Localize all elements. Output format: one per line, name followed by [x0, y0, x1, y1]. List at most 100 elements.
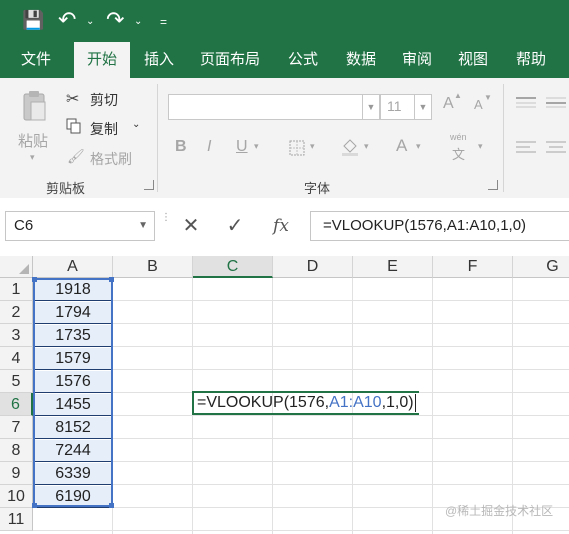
cut-icon[interactable]: ✂: [66, 89, 79, 109]
gridline: [33, 530, 569, 531]
column-header-c[interactable]: C: [193, 256, 273, 278]
format-painter-button[interactable]: 格式刷: [90, 149, 132, 169]
row-header[interactable]: 4: [0, 347, 33, 370]
formula-range-reference: A1:A10: [329, 394, 382, 411]
phonetic-dropdown-icon[interactable]: ▾: [478, 141, 483, 152]
row-header[interactable]: 10: [0, 485, 33, 508]
borders-icon[interactable]: [289, 140, 305, 161]
gridline: [33, 369, 569, 370]
range-handle[interactable]: [109, 503, 114, 508]
gridline: [33, 346, 569, 347]
format-painter-icon[interactable]: 🖌: [67, 148, 85, 165]
phonetic-pinyin[interactable]: wén: [450, 132, 467, 142]
clipboard-group-label: 剪贴板: [46, 181, 86, 196]
watermark: @稀土掘金技术社区: [445, 504, 554, 518]
select-all-triangle-icon: [19, 264, 29, 274]
cut-button[interactable]: 剪切: [90, 90, 118, 110]
font-color-icon[interactable]: A: [396, 136, 407, 156]
paste-dropdown-icon[interactable]: ▾: [30, 152, 35, 163]
borders-dropdown-icon[interactable]: ▾: [310, 141, 315, 152]
paste-button[interactable]: 粘贴: [18, 130, 48, 151]
formula-suffix: ,1,0): [381, 394, 414, 411]
column-header-a[interactable]: A: [33, 256, 113, 278]
grow-font-icon[interactable]: A: [443, 95, 454, 113]
copy-icon[interactable]: [66, 118, 81, 134]
fill-color-icon[interactable]: [340, 138, 360, 161]
undo-dropdown-icon[interactable]: ⌄: [86, 10, 94, 34]
font-launcher-icon[interactable]: [488, 180, 498, 190]
gridline: [33, 323, 569, 324]
select-all-button[interactable]: [0, 256, 33, 278]
font-name-dropdown-icon[interactable]: ▼: [362, 95, 379, 119]
enter-icon[interactable]: ✓: [220, 211, 250, 241]
font-size-combo[interactable]: 11 ▼: [380, 94, 432, 120]
shrink-font-icon[interactable]: A: [474, 97, 483, 112]
paste-icon[interactable]: [22, 90, 48, 124]
gridline: [33, 438, 569, 439]
title-bar: 💾 ↶ ⌄ ↷ ⌄ =: [0, 0, 569, 42]
copy-dropdown-icon[interactable]: ⌄: [132, 119, 140, 130]
row-header[interactable]: 1: [0, 278, 33, 301]
range-handle[interactable]: [32, 503, 37, 508]
align-top-icon[interactable]: [516, 96, 536, 115]
row-header[interactable]: 8: [0, 439, 33, 462]
tab-view[interactable]: 视图: [446, 42, 500, 78]
insert-function-icon[interactable]: fx: [266, 211, 296, 241]
row-header[interactable]: 2: [0, 301, 33, 324]
column-header-b[interactable]: B: [113, 256, 193, 278]
cell-edit-text[interactable]: =VLOOKUP(1576,A1:A10,1,0): [197, 392, 416, 416]
tab-insert[interactable]: 插入: [132, 42, 186, 78]
row-header[interactable]: 7: [0, 416, 33, 439]
fill-color-dropdown-icon[interactable]: ▾: [364, 141, 369, 152]
gridline: [33, 300, 569, 301]
column-header-g[interactable]: G: [513, 256, 569, 278]
tab-review[interactable]: 审阅: [390, 42, 444, 78]
undo-icon[interactable]: ↶: [58, 8, 76, 32]
column-header-d[interactable]: D: [273, 256, 353, 278]
name-box-value: C6: [14, 217, 34, 234]
customize-toolbar-icon[interactable]: =: [160, 10, 167, 34]
range-handle[interactable]: [32, 277, 37, 282]
text-cursor: [414, 393, 416, 412]
column-header-f[interactable]: F: [433, 256, 513, 278]
row-header[interactable]: 11: [0, 508, 33, 531]
align-center-icon[interactable]: [546, 140, 566, 159]
row-header[interactable]: 3: [0, 324, 33, 347]
name-box-dropdown-icon[interactable]: ▼: [138, 212, 148, 240]
row-header-selected[interactable]: 6: [0, 393, 33, 416]
tab-help[interactable]: 帮助: [503, 42, 559, 78]
formula-buttons: ✕ ✓ fx: [168, 211, 303, 241]
font-name-combo[interactable]: ▼: [168, 94, 380, 120]
gridline: [33, 461, 569, 462]
grow-font-arrow-icon: ▲: [454, 91, 462, 100]
tab-formulas[interactable]: 公式: [276, 42, 330, 78]
underline-button[interactable]: U: [236, 138, 248, 156]
tab-file[interactable]: 文件: [8, 42, 64, 78]
phonetic-char[interactable]: 文: [452, 144, 465, 163]
underline-dropdown-icon[interactable]: ▾: [254, 141, 259, 152]
tab-data[interactable]: 数据: [334, 42, 388, 78]
row-header[interactable]: 9: [0, 462, 33, 485]
referenced-range-highlight: [32, 277, 114, 508]
font-color-dropdown-icon[interactable]: ▾: [416, 141, 421, 152]
column-header-e[interactable]: E: [353, 256, 433, 278]
tab-page-layout[interactable]: 页面布局: [192, 42, 268, 78]
copy-button[interactable]: 复制: [90, 119, 118, 139]
align-left-icon[interactable]: [516, 140, 536, 159]
tab-home[interactable]: 开始: [74, 42, 130, 78]
name-box[interactable]: C6 ▼: [5, 211, 155, 241]
save-icon[interactable]: 💾: [22, 8, 44, 32]
redo-icon[interactable]: ↷: [106, 8, 124, 32]
align-middle-icon[interactable]: [546, 96, 566, 115]
clipboard-launcher-icon[interactable]: [144, 180, 154, 190]
range-handle[interactable]: [109, 277, 114, 282]
redo-dropdown-icon[interactable]: ⌄: [134, 10, 142, 34]
bold-button[interactable]: B: [175, 138, 187, 156]
font-size-dropdown-icon[interactable]: ▼: [414, 95, 431, 119]
formula-input[interactable]: =VLOOKUP(1576,A1:A10,1,0): [310, 211, 569, 241]
font-group-label: 字体: [304, 181, 331, 196]
ribbon-separator: [503, 84, 504, 192]
italic-button[interactable]: I: [207, 138, 211, 156]
cancel-icon[interactable]: ✕: [176, 211, 206, 241]
row-header[interactable]: 5: [0, 370, 33, 393]
